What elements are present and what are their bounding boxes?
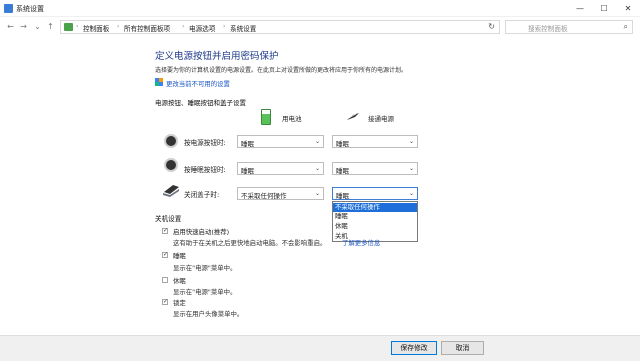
up-arrow-icon[interactable]: ↑ [45, 21, 56, 33]
recent-locations-icon[interactable]: ⌄ [32, 21, 43, 33]
dropdown-option[interactable]: 休眠 [333, 222, 417, 231]
close-lid-dropdown-list: 不采取任何操作 睡眠 休眠 关机 [332, 201, 418, 242]
refresh-icon[interactable]: ↻ [488, 22, 495, 31]
breadcrumb-item[interactable]: 所有控制面板项 [124, 23, 170, 33]
chevron-down-icon: ⌄ [314, 165, 320, 172]
chevron-down-icon: ⌄ [314, 190, 320, 197]
footer-bar: 保存修改 取消 [0, 335, 640, 361]
learn-more-link[interactable]: 了解更多信息 [342, 238, 380, 247]
page-title: 定义电源按钮并启用密码保护 [155, 51, 279, 62]
back-arrow-icon[interactable]: ← [5, 21, 16, 33]
chevron-down-icon: ⌄ [408, 165, 414, 172]
power-button-plugged-select[interactable]: 睡眠 ⌄ [332, 135, 418, 148]
change-unavailable-settings-link[interactable]: 更改当前不可用的设置 [166, 79, 230, 88]
fast-startup-checkbox[interactable] [162, 227, 168, 234]
hibernate-option-desc: 显示在"电源"菜单中。 [173, 288, 237, 296]
close-lid-label: 关闭盖子时: [184, 191, 220, 199]
close-lid-plugged-select[interactable]: 睡眠 ⌄ [332, 187, 418, 200]
maximize-button[interactable]: ☐ [592, 0, 616, 17]
breadcrumb-separator-icon[interactable]: › [182, 23, 184, 30]
sleep-button-label: 按睡眠按钮时: [184, 166, 226, 174]
power-plug-icon [347, 113, 359, 120]
laptop-lid-icon [163, 185, 179, 197]
breadcrumb-separator-icon[interactable]: › [117, 23, 119, 30]
sleep-checkbox[interactable] [162, 251, 168, 258]
sleep-option-title: 睡眠 [173, 252, 186, 260]
select-value: 睡眠 [241, 167, 254, 175]
fast-startup-title: 启用快速启动(推荐) [173, 228, 230, 236]
address-bar: ← → ⌄ ↑ › 控制面板 › 所有控制面板项 › 电源选项 › 系统设置 ↻… [0, 17, 640, 37]
control-panel-icon [64, 23, 73, 31]
battery-icon [261, 109, 271, 125]
cancel-button[interactable]: 取消 [441, 341, 484, 355]
sleep-button-battery-select[interactable]: 睡眠 ⌄ [237, 162, 324, 175]
chevron-down-icon: ⌄ [408, 190, 414, 197]
select-value: 睡眠 [336, 167, 349, 175]
select-value: 睡眠 [241, 140, 254, 148]
breadcrumb-item[interactable]: 控制面板 [83, 23, 109, 33]
breadcrumb-separator-icon[interactable]: › [223, 23, 225, 30]
save-changes-button[interactable]: 保存修改 [391, 341, 437, 355]
search-icon[interactable]: ⌕ [624, 22, 628, 32]
power-buttons-section-title: 电源按钮、睡眠按钮和盖子设置 [155, 99, 246, 107]
title-bar: 系统设置 — ☐ ✕ [0, 0, 640, 17]
hibernate-option-title: 休眠 [173, 277, 186, 285]
power-button-battery-select[interactable]: 睡眠 ⌄ [237, 135, 324, 148]
forward-arrow-icon[interactable]: → [18, 21, 29, 33]
close-button[interactable]: ✕ [616, 0, 640, 17]
hibernate-checkbox[interactable] [162, 277, 168, 283]
page-description: 选择要为你的计算机设置的电源设置。在此页上对设置所做的更改将应用于你所有的电源计… [155, 67, 408, 74]
select-value: 不采取任何操作 [241, 192, 287, 200]
window-app-icon [4, 4, 13, 13]
main-content: 定义电源按钮并启用密码保护 选择要为你的计算机设置的电源设置。在此页上对设置所做… [0, 37, 640, 325]
battery-column-header: 用电池 [282, 115, 302, 123]
sleep-button-icon [164, 158, 178, 172]
chevron-down-icon: ⌄ [408, 138, 414, 145]
window-title: 系统设置 [16, 5, 44, 13]
search-box[interactable]: 搜索控制面板 ⌕ [505, 20, 633, 34]
select-value: 睡眠 [336, 192, 349, 200]
uac-shield-icon [155, 78, 163, 87]
sleep-option-desc: 显示在"电源"菜单中。 [173, 264, 237, 272]
power-button-icon [164, 134, 178, 148]
sleep-button-plugged-select[interactable]: 睡眠 ⌄ [332, 162, 418, 175]
dropdown-option[interactable]: 睡眠 [333, 212, 417, 221]
minimize-button[interactable]: — [568, 0, 592, 17]
breadcrumb[interactable]: › 控制面板 › 所有控制面板项 › 电源选项 › 系统设置 ↻ [60, 20, 500, 34]
shutdown-section-title: 关机设置 [155, 215, 182, 223]
breadcrumb-separator-icon[interactable]: › [76, 23, 78, 30]
select-value: 睡眠 [336, 140, 349, 148]
lock-checkbox[interactable] [162, 298, 168, 305]
close-lid-battery-select[interactable]: 不采取任何操作 ⌄ [237, 187, 324, 200]
breadcrumb-item[interactable]: 系统设置 [230, 23, 256, 33]
search-placeholder: 搜索控制面板 [528, 25, 568, 33]
dropdown-option[interactable]: 不采取任何操作 [333, 203, 417, 212]
lock-option-title: 锁定 [173, 299, 186, 307]
fast-startup-desc: 这有助于在关机之后更快地启动电脑。不会影响重启。 [173, 239, 327, 247]
plugged-column-header: 接通电源 [368, 115, 394, 123]
power-button-label: 按电源按钮时: [184, 139, 226, 147]
lock-option-desc: 显示在用户头像菜单中。 [173, 310, 244, 318]
chevron-down-icon: ⌄ [314, 138, 320, 145]
breadcrumb-item[interactable]: 电源选项 [189, 23, 215, 33]
